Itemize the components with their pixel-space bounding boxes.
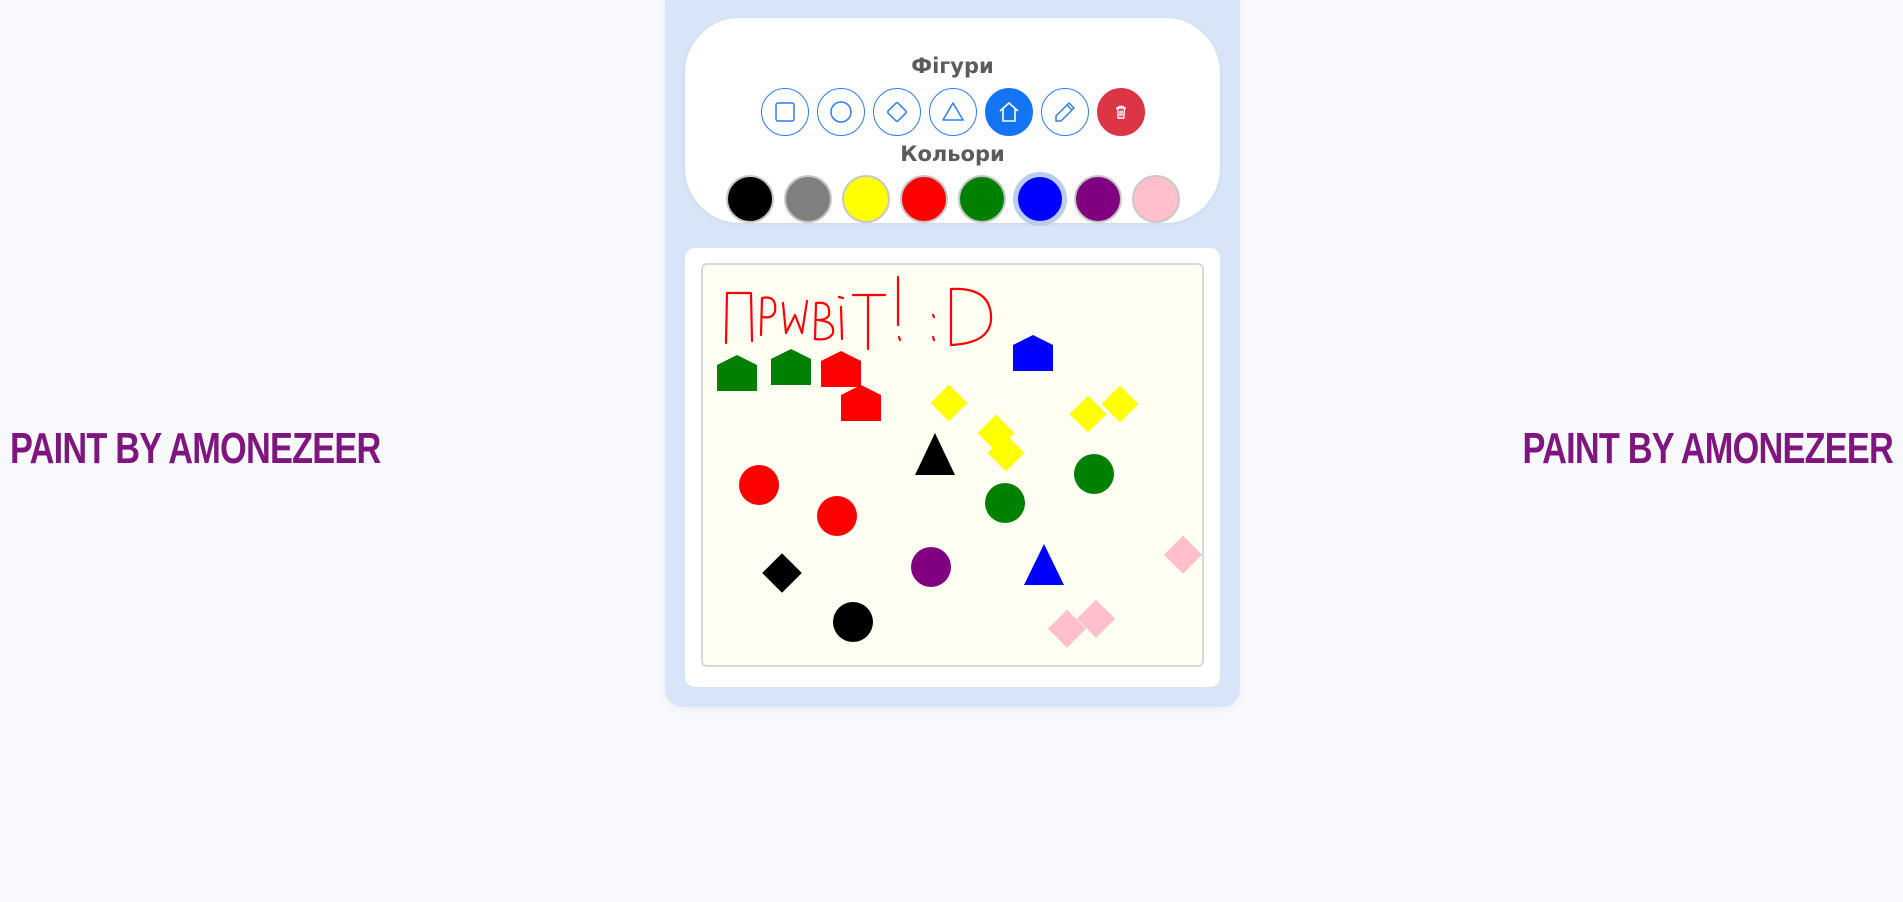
trash-icon bbox=[1115, 105, 1126, 119]
triangle-icon bbox=[941, 102, 964, 121]
circle-shape bbox=[817, 496, 857, 536]
color-palette bbox=[685, 175, 1220, 223]
circle-shape bbox=[833, 602, 873, 642]
color-swatch-pink[interactable] bbox=[1131, 175, 1180, 223]
paint-app: Фігури Кольори bbox=[665, 0, 1240, 707]
color-swatch-green[interactable] bbox=[957, 175, 1006, 223]
canvas-card bbox=[685, 248, 1220, 687]
square-tool-button[interactable] bbox=[760, 88, 809, 136]
house-shape bbox=[841, 385, 881, 421]
shapes-label: Фігури bbox=[911, 54, 994, 78]
circle-shape bbox=[985, 483, 1025, 523]
handwritten-greeting bbox=[724, 275, 993, 351]
diamond-shape bbox=[1163, 535, 1202, 574]
circle-shape bbox=[1074, 454, 1114, 494]
circle-shape bbox=[911, 547, 951, 587]
color-swatch-purple[interactable] bbox=[1073, 175, 1122, 223]
color-swatch-red[interactable] bbox=[899, 175, 948, 223]
colors-label: Кольори bbox=[900, 142, 1005, 166]
circle-shape bbox=[739, 465, 779, 505]
app-title-right: PAINT BY AMONEZEER bbox=[1522, 424, 1893, 473]
square-icon bbox=[774, 102, 795, 122]
house-shape bbox=[821, 351, 861, 387]
triangle-shape bbox=[1024, 544, 1064, 585]
house-shape bbox=[717, 355, 757, 391]
color-swatch-blue[interactable] bbox=[1015, 175, 1064, 223]
house-tool-button[interactable] bbox=[984, 88, 1033, 136]
color-swatch-black[interactable] bbox=[725, 175, 774, 223]
canvas-drawing bbox=[717, 275, 1202, 648]
color-swatch-yellow[interactable] bbox=[841, 175, 890, 223]
toolbar: Фігури Кольори bbox=[685, 18, 1220, 223]
diamond-icon bbox=[886, 101, 907, 123]
triangle-shape bbox=[915, 433, 955, 475]
house-shape bbox=[1013, 335, 1053, 371]
clear-canvas-button[interactable] bbox=[1096, 88, 1145, 136]
diamond-shape bbox=[1069, 395, 1107, 433]
house-icon bbox=[998, 102, 1019, 122]
diamond-shape bbox=[930, 384, 968, 422]
diamond-shape bbox=[1101, 385, 1139, 423]
diamond-shape bbox=[762, 553, 802, 593]
triangle-tool-button[interactable] bbox=[928, 88, 977, 136]
pencil-icon bbox=[1054, 102, 1075, 122]
drawing-canvas[interactable] bbox=[701, 263, 1204, 667]
diamond-tool-button[interactable] bbox=[872, 88, 921, 136]
app-title-left: PAINT BY AMONEZEER bbox=[10, 424, 381, 473]
color-swatch-gray[interactable] bbox=[783, 175, 832, 223]
house-shape bbox=[771, 349, 811, 385]
shape-tools bbox=[685, 88, 1220, 136]
circle-icon bbox=[829, 101, 852, 123]
circle-tool-button[interactable] bbox=[816, 88, 865, 136]
pencil-tool-button[interactable] bbox=[1040, 88, 1089, 136]
